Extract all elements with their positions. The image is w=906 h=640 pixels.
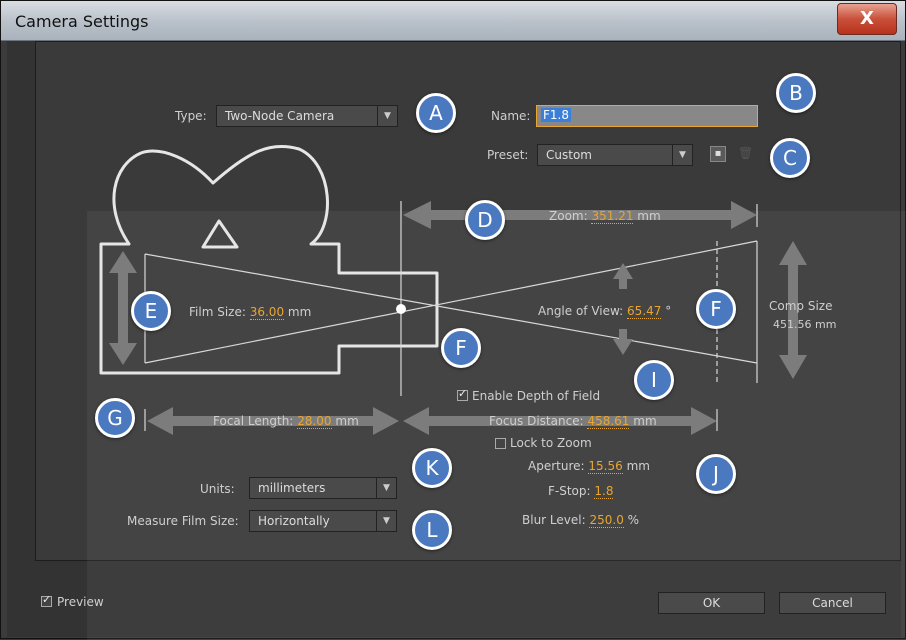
blur-level-value[interactable]: 250.0: [589, 513, 624, 528]
focus-distance-label: Focus Distance:: [489, 414, 584, 428]
focal-length-label: Focal Length:: [213, 414, 294, 428]
annotation-badge-d: D: [465, 200, 505, 240]
chevron-down-icon: ▼: [376, 511, 396, 531]
lock-to-zoom-checkbox[interactable]: [495, 438, 506, 449]
name-input[interactable]: F1.8: [536, 105, 758, 127]
units-dropdown[interactable]: millimeters ▼: [249, 477, 397, 499]
aperture-label: Aperture:: [528, 459, 585, 473]
focal-length-value[interactable]: 28.00: [297, 414, 332, 429]
measure-film-size-label: Measure Film Size:: [127, 514, 239, 528]
focus-distance-readout: Focus Distance: 458.61 mm: [489, 414, 657, 429]
depth-of-field-label: Enable Depth of Field: [472, 389, 601, 403]
annotation-badge-i: I: [634, 360, 674, 400]
type-dropdown[interactable]: Two-Node Camera ▼: [216, 105, 398, 127]
zoom-readout: Zoom: 351.21 mm: [549, 209, 661, 224]
annotation-badge-g: G: [95, 398, 135, 438]
zoom-value[interactable]: 351.21: [591, 209, 634, 224]
angle-of-view-readout: Angle of View: 65.47 °: [538, 304, 672, 319]
film-size-value[interactable]: 36.00: [249, 305, 285, 320]
focal-length-unit: mm: [335, 414, 359, 428]
measure-film-size-dropdown[interactable]: Horizontally ▼: [249, 510, 397, 532]
preview-checkbox[interactable]: ✓: [41, 593, 52, 607]
checkmark-icon: ✓: [42, 593, 52, 606]
cancel-button[interactable]: Cancel: [779, 592, 886, 614]
units-label: Units:: [200, 482, 235, 496]
name-label: Name:: [491, 109, 531, 123]
zoom-unit: mm: [637, 209, 661, 223]
blur-level-readout: Blur Level: 250.0 %: [522, 513, 640, 528]
depth-of-field-checkbox[interactable]: ✓: [457, 387, 468, 401]
angle-of-view-label: Angle of View:: [538, 304, 624, 318]
camera-triangle: [201, 219, 239, 249]
film-size-readout: Film Size: 36.00 mm: [189, 305, 312, 320]
chevron-down-icon: ▼: [376, 478, 396, 498]
angle-of-view-value[interactable]: 65.47: [627, 304, 662, 319]
preset-value: Custom: [546, 148, 592, 162]
f-stop-value[interactable]: 1.8: [594, 484, 614, 499]
units-value: millimeters: [258, 481, 326, 495]
preset-dropdown[interactable]: Custom ▼: [537, 144, 693, 166]
save-preset-icon[interactable]: ▪: [710, 146, 726, 162]
annotation-badge-a: A: [416, 93, 456, 133]
annotation-badge-j: J: [696, 454, 736, 494]
blur-level-unit: %: [627, 513, 640, 527]
f-stop-readout: F-Stop: 1.8: [548, 484, 614, 499]
blur-level-label: Blur Level:: [522, 513, 586, 527]
type-label: Type:: [175, 109, 207, 123]
film-size-unit: mm: [287, 305, 312, 319]
annotation-badge-k: K: [412, 448, 452, 488]
f-stop-label: F-Stop:: [548, 484, 591, 498]
comp-size-value: 451.56 mm: [773, 318, 837, 331]
preset-label: Preset:: [487, 148, 529, 162]
type-value: Two-Node Camera: [225, 109, 335, 123]
film-size-label: Film Size:: [189, 305, 246, 319]
annotation-badge-e: E: [131, 291, 171, 331]
angle-arrow-down: [613, 329, 633, 355]
checkmark-icon: ✓: [458, 387, 468, 400]
chevron-down-icon: ▼: [672, 145, 692, 165]
angle-of-view-unit: °: [665, 304, 672, 318]
annotation-badge-f-left: F: [441, 328, 481, 368]
aperture-readout: Aperture: 15.56 mm: [528, 459, 650, 474]
measure-film-size-value: Horizontally: [258, 514, 330, 528]
zoom-label: Zoom:: [549, 209, 588, 223]
annotation-badge-c: C: [770, 138, 810, 178]
aperture-value[interactable]: 15.56: [588, 459, 623, 474]
comp-size-label: Comp Size: [769, 299, 833, 313]
aperture-unit: mm: [626, 459, 650, 473]
focus-distance-unit: mm: [633, 414, 657, 428]
focus-distance-value[interactable]: 458.61: [587, 414, 630, 429]
name-value: F1.8: [541, 108, 571, 122]
chevron-down-icon: ▼: [377, 106, 397, 126]
ok-button[interactable]: OK: [658, 592, 765, 614]
annotation-badge-b: B: [776, 73, 816, 113]
annotation-badge-l: L: [412, 510, 452, 550]
delete-preset-icon[interactable]: 🗑: [738, 146, 753, 162]
annotation-badge-f-right: F: [696, 289, 736, 329]
camera-settings-window: Camera Settings X Type: Two-Node Camera …: [0, 0, 906, 640]
preview-label: Preview: [57, 595, 104, 609]
focal-length-readout: Focal Length: 28.00 mm: [213, 414, 359, 429]
lens-node: [396, 304, 406, 314]
camera-outline: [99, 144, 439, 375]
lock-to-zoom-label: Lock to Zoom: [510, 436, 592, 450]
